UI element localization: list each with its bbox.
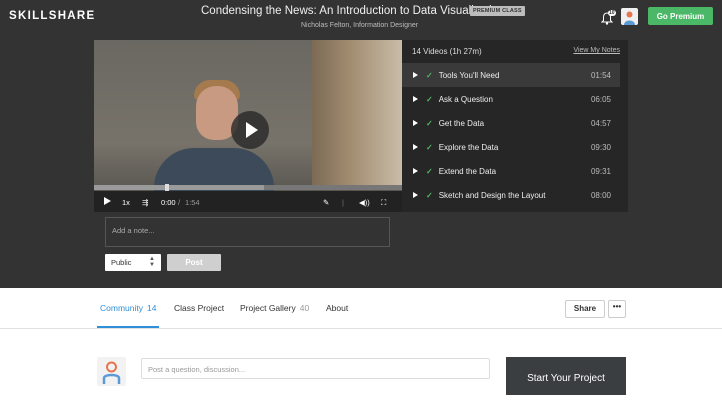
lesson-duration: 09:30 xyxy=(590,142,611,152)
play-triangle-icon xyxy=(413,120,418,126)
check-icon: ✓ xyxy=(426,118,433,128)
tab-label: Class Project xyxy=(174,303,225,313)
tab-label: Project Gallery xyxy=(240,303,296,313)
select-arrows-icon: ▲ ▼ xyxy=(149,256,155,268)
volume-icon[interactable]: ◀)) xyxy=(359,198,370,207)
post-note-button[interactable]: Post xyxy=(167,254,221,271)
add-note-input[interactable]: Add a note... xyxy=(105,217,390,247)
tab-label: Community xyxy=(100,303,143,313)
view-my-notes-link[interactable]: View My Notes xyxy=(573,47,620,54)
discussion-avatar xyxy=(97,357,126,386)
current-time: 0:00 xyxy=(161,198,176,207)
tab-class-project[interactable]: Class Project xyxy=(174,303,224,313)
discussion-input[interactable]: Post a question, discussion... xyxy=(141,358,490,379)
lesson-item[interactable]: ✓ Tools You'll Need 01:54 xyxy=(402,63,620,87)
tab-project-gallery[interactable]: Project Gallery 40 xyxy=(240,303,309,313)
lesson-item[interactable]: ✓ Ask a Question 06:05 xyxy=(402,87,620,111)
lesson-name: Sketch and Design the Layout xyxy=(438,190,546,200)
video-frame-bookshelf xyxy=(312,40,402,190)
lesson-duration: 01:54 xyxy=(590,70,611,80)
video-progress-bar[interactable] xyxy=(94,184,402,191)
video-controls: 1x ⇶ 0:00 / 1:54 ✎ | ◀)) ⛶ xyxy=(94,191,402,212)
video-player[interactable]: 1x ⇶ 0:00 / 1:54 ✎ | ◀)) ⛶ xyxy=(94,40,402,212)
time-separator: / xyxy=(178,198,181,207)
lesson-item[interactable]: ✓ Get the Data 04:57 xyxy=(402,111,620,135)
lesson-name: Explore the Data xyxy=(438,142,499,152)
check-icon: ✓ xyxy=(426,190,433,200)
play-triangle-icon xyxy=(413,144,418,150)
pin-note-icon[interactable]: ✎ xyxy=(323,198,329,207)
premium-class-badge: PREMIUM CLASS xyxy=(470,6,525,16)
lesson-sidebar: 14 Videos (1h 27m) View My Notes ✓ Tools… xyxy=(402,40,628,212)
captions-icon[interactable]: ⇶ xyxy=(142,198,148,207)
share-button[interactable]: Share xyxy=(565,300,605,318)
user-avatar[interactable] xyxy=(621,8,638,25)
check-icon: ✓ xyxy=(426,142,433,152)
total-time: 1:54 xyxy=(185,198,200,207)
go-premium-button[interactable]: Go Premium xyxy=(648,7,713,25)
skillshare-logo[interactable]: SKILLSHARE xyxy=(9,10,95,22)
play-overlay-button[interactable] xyxy=(231,111,269,149)
lesson-name: Get the Data xyxy=(438,118,485,128)
lesson-item[interactable]: ✓ Extend the Data 09:31 xyxy=(402,159,620,183)
lesson-item[interactable]: ✓ Explore the Data 09:30 xyxy=(402,135,620,159)
lesson-duration: 06:05 xyxy=(590,94,611,104)
lesson-summary: 14 Videos (1h 27m) xyxy=(412,47,482,56)
tab-label: About xyxy=(326,303,349,313)
more-options-button[interactable]: ••• xyxy=(608,300,626,318)
visibility-value: Public xyxy=(111,258,132,267)
active-tab-indicator xyxy=(97,326,159,328)
check-icon: ✓ xyxy=(426,94,433,104)
lesson-name: Ask a Question xyxy=(438,94,493,104)
notifications-bell-icon[interactable]: 10 xyxy=(601,10,617,25)
visibility-select[interactable]: Public ▲ ▼ xyxy=(105,254,161,271)
tab-count: 40 xyxy=(299,303,310,313)
fullscreen-icon[interactable]: ⛶ xyxy=(381,198,386,208)
tab-about[interactable]: About xyxy=(326,303,348,313)
lesson-duration: 09:31 xyxy=(590,166,611,176)
playback-speed[interactable]: 1x xyxy=(122,198,130,207)
lesson-name: Extend the Data xyxy=(438,166,497,176)
class-teacher: Nicholas Felton, Information Designer xyxy=(301,22,419,29)
video-progress-handle[interactable] xyxy=(164,184,169,191)
video-buffered-fill xyxy=(94,185,264,190)
lesson-duration: 08:00 xyxy=(590,190,611,200)
check-icon: ✓ xyxy=(426,70,433,80)
play-triangle-icon xyxy=(413,192,418,198)
notification-count-badge: 10 xyxy=(608,10,616,16)
class-title: Condensing the News: An Introduction to … xyxy=(201,5,505,17)
play-triangle-icon xyxy=(413,168,418,174)
play-icon[interactable] xyxy=(104,197,111,205)
play-triangle-icon xyxy=(413,72,418,78)
controls-divider: | xyxy=(342,198,344,207)
tab-count: 14 xyxy=(146,303,157,313)
tab-community[interactable]: Community 14 xyxy=(100,303,156,313)
start-your-project-button[interactable]: Start Your Project xyxy=(506,357,626,395)
lesson-item[interactable]: ✓ Sketch and Design the Layout 08:00 xyxy=(402,183,620,207)
play-triangle-icon xyxy=(413,96,418,102)
lesson-list: ✓ Tools You'll Need 01:54 ✓ Ask a Questi… xyxy=(402,63,620,207)
lesson-name: Tools You'll Need xyxy=(438,70,500,80)
check-icon: ✓ xyxy=(426,166,433,176)
lesson-duration: 04:57 xyxy=(590,118,611,128)
